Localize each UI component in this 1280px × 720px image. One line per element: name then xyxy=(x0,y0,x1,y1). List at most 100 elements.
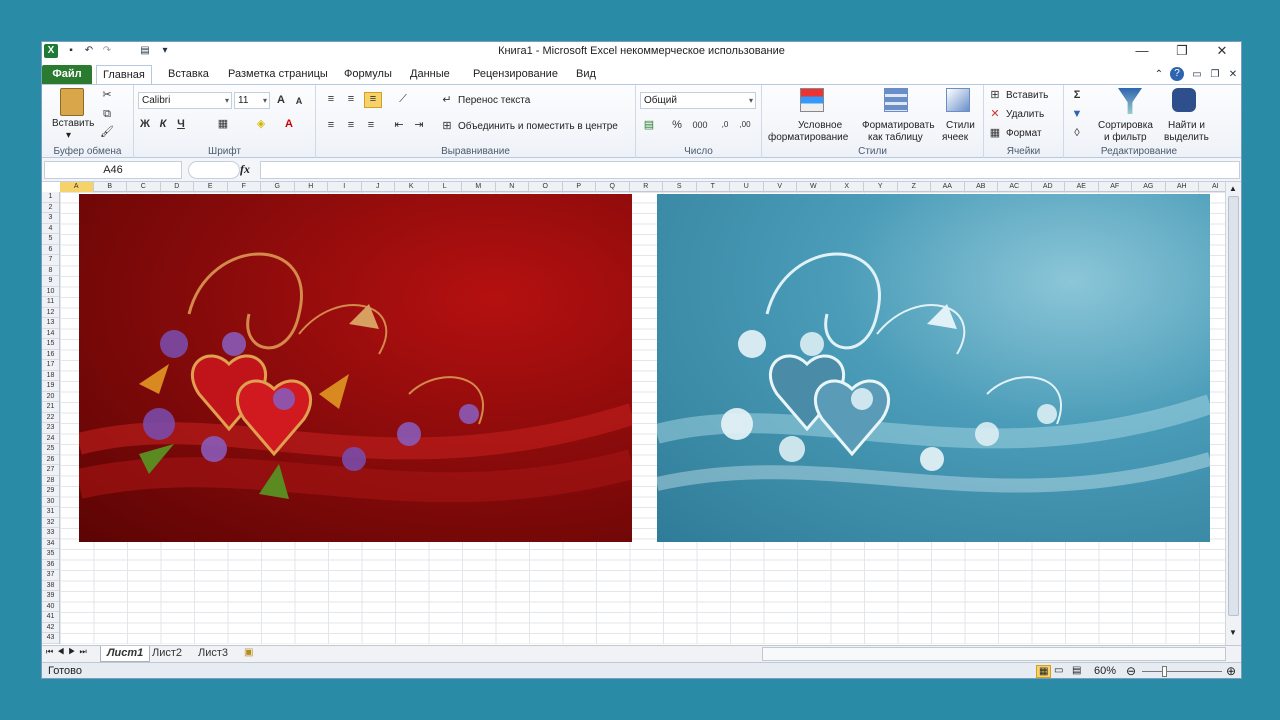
row-header[interactable]: 38 xyxy=(42,581,59,591)
insert-sheet-icon[interactable]: ▣ xyxy=(244,647,253,658)
tab-home[interactable]: Главная xyxy=(96,65,152,85)
row-header[interactable]: 6 xyxy=(42,245,59,255)
paste-button[interactable]: Вставить xyxy=(52,118,94,130)
horizontal-scrollbar[interactable] xyxy=(762,647,1226,661)
sort-filter-line1[interactable]: Сортировка xyxy=(1098,120,1153,132)
wb-restore-icon[interactable]: ❐ xyxy=(1208,68,1222,82)
row-header[interactable]: 41 xyxy=(42,612,59,623)
tab-page-layout[interactable]: Разметка страницы xyxy=(222,65,334,84)
merge-center-button[interactable]: Объединить и поместить в центре xyxy=(458,121,618,133)
restore-button[interactable]: ❐ xyxy=(1164,42,1200,60)
row-header[interactable]: 22 xyxy=(42,413,59,423)
column-header[interactable]: AE xyxy=(1065,182,1099,192)
scroll-down-icon[interactable]: ▼ xyxy=(1229,628,1237,637)
column-header[interactable]: D xyxy=(161,182,194,192)
row-header[interactable]: 40 xyxy=(42,602,59,612)
row-header[interactable]: 7 xyxy=(42,255,59,266)
cell-styles-line2[interactable]: ячеек xyxy=(942,132,968,144)
copy-icon[interactable]: ⧉ xyxy=(100,108,114,120)
tab-data[interactable]: Данные xyxy=(404,65,456,84)
row-header[interactable]: 29 xyxy=(42,486,59,497)
row-header[interactable]: 3 xyxy=(42,213,59,224)
column-header[interactable]: L xyxy=(429,182,462,192)
increase-indent-icon[interactable]: ⇥ xyxy=(412,119,426,131)
align-center-icon[interactable]: ≡ xyxy=(344,119,358,131)
row-header[interactable]: 20 xyxy=(42,392,59,402)
row-header[interactable]: 24 xyxy=(42,434,59,444)
sheet-nav-icon[interactable]: ⏮◀▶⏭ xyxy=(46,647,91,657)
column-header[interactable]: T xyxy=(697,182,730,192)
teal-floral-image[interactable] xyxy=(657,194,1210,542)
tab-file[interactable]: Файл xyxy=(42,65,92,84)
font-name-combo[interactable]: Calibri xyxy=(138,92,232,109)
name-box[interactable]: A46 xyxy=(44,161,182,179)
bold-button[interactable]: Ж xyxy=(138,118,152,130)
decrease-indent-icon[interactable]: ⇤ xyxy=(392,119,406,131)
column-header[interactable]: R xyxy=(630,182,663,192)
zoom-slider[interactable] xyxy=(1142,671,1222,672)
column-header[interactable]: Q xyxy=(596,182,630,192)
minimize-ribbon-icon[interactable]: ⌃ xyxy=(1152,68,1166,82)
column-header[interactable]: B xyxy=(94,182,127,192)
wrap-text-button[interactable]: Перенос текста xyxy=(458,95,530,107)
column-header[interactable]: J xyxy=(362,182,395,192)
column-header[interactable]: S xyxy=(663,182,697,192)
column-header[interactable]: AH xyxy=(1166,182,1199,192)
align-left-icon[interactable]: ≡ xyxy=(324,119,338,131)
borders-icon[interactable]: ▦ xyxy=(216,118,230,130)
formula-input[interactable] xyxy=(260,161,1240,179)
tab-insert[interactable]: Вставка xyxy=(162,65,215,84)
column-header[interactable]: O xyxy=(529,182,563,192)
row-header[interactable]: 31 xyxy=(42,507,59,518)
align-top-icon[interactable]: ≡ xyxy=(324,93,338,105)
currency-icon[interactable]: ▤ xyxy=(642,119,656,131)
shrink-font-icon[interactable]: A xyxy=(292,95,306,107)
scroll-up-icon[interactable]: ▲ xyxy=(1229,184,1237,193)
row-header[interactable]: 15 xyxy=(42,339,59,350)
font-color-icon[interactable]: A xyxy=(282,118,296,130)
row-header[interactable]: 25 xyxy=(42,444,59,455)
column-header[interactable]: Z xyxy=(898,182,931,192)
row-header[interactable]: 9 xyxy=(42,276,59,287)
row-header[interactable]: 2 xyxy=(42,203,59,213)
column-header[interactable]: X xyxy=(831,182,864,192)
orientation-icon[interactable]: ⟋ xyxy=(396,93,410,105)
row-header[interactable]: 43 xyxy=(42,633,59,644)
minimize-button[interactable]: — xyxy=(1124,42,1160,60)
decrease-decimal-icon[interactable]: ,00 xyxy=(738,119,752,131)
sheet-tab-2[interactable]: Лист2 xyxy=(146,646,188,662)
column-header[interactable]: E xyxy=(194,182,228,192)
row-header[interactable]: 26 xyxy=(42,455,59,465)
format-table-line1[interactable]: Форматировать xyxy=(862,120,935,132)
column-header[interactable]: AD xyxy=(1032,182,1065,192)
row-header[interactable]: 10 xyxy=(42,287,59,297)
wb-minimize-icon[interactable]: ▭ xyxy=(1190,68,1204,82)
column-header[interactable]: I xyxy=(328,182,362,192)
column-header[interactable]: V xyxy=(764,182,797,192)
row-header[interactable]: 21 xyxy=(42,402,59,413)
row-header[interactable]: 33 xyxy=(42,528,59,539)
row-header[interactable]: 14 xyxy=(42,329,59,339)
column-header[interactable]: AB xyxy=(965,182,998,192)
row-header[interactable]: 16 xyxy=(42,350,59,360)
column-header[interactable]: H xyxy=(295,182,328,192)
column-header[interactable]: W xyxy=(797,182,831,192)
row-header[interactable]: 36 xyxy=(42,560,59,570)
sheet-tab-3[interactable]: Лист3 xyxy=(192,646,234,662)
delete-cells-button[interactable]: Удалить xyxy=(1006,109,1044,121)
font-size-combo[interactable]: 11 xyxy=(234,92,270,109)
row-header[interactable]: 35 xyxy=(42,549,59,560)
find-select-line2[interactable]: выделить xyxy=(1164,132,1209,144)
tab-view[interactable]: Вид xyxy=(570,65,602,84)
thousands-button[interactable]: 000 xyxy=(690,119,710,131)
column-header[interactable]: G xyxy=(261,182,295,192)
grow-font-icon[interactable]: A xyxy=(274,94,288,106)
row-header[interactable]: 18 xyxy=(42,371,59,381)
column-header[interactable]: F xyxy=(228,182,261,192)
percent-button[interactable]: % xyxy=(670,119,684,131)
row-header[interactable]: 37 xyxy=(42,570,59,581)
format-cells-button[interactable]: Формат xyxy=(1006,128,1042,140)
insert-function-button[interactable]: fx xyxy=(240,162,260,177)
column-header[interactable]: K xyxy=(395,182,429,192)
column-header[interactable]: AF xyxy=(1099,182,1132,192)
